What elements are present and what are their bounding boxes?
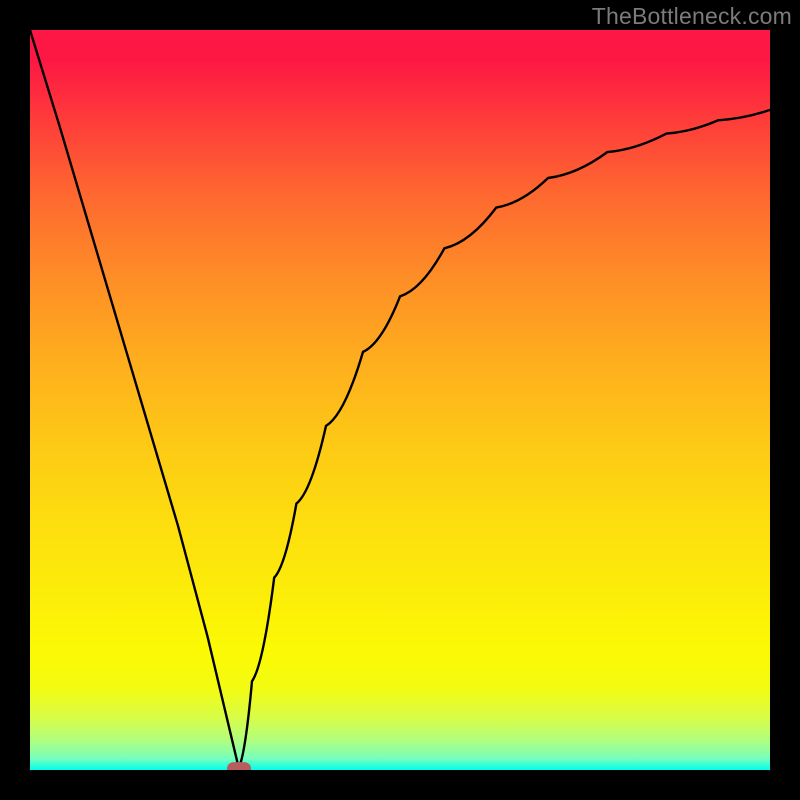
outer-frame: TheBottleneck.com <box>0 0 800 800</box>
watermark-text: TheBottleneck.com <box>592 3 792 30</box>
minimum-marker <box>227 762 251 770</box>
plot-area <box>30 30 770 770</box>
bottleneck-curve <box>30 30 770 770</box>
